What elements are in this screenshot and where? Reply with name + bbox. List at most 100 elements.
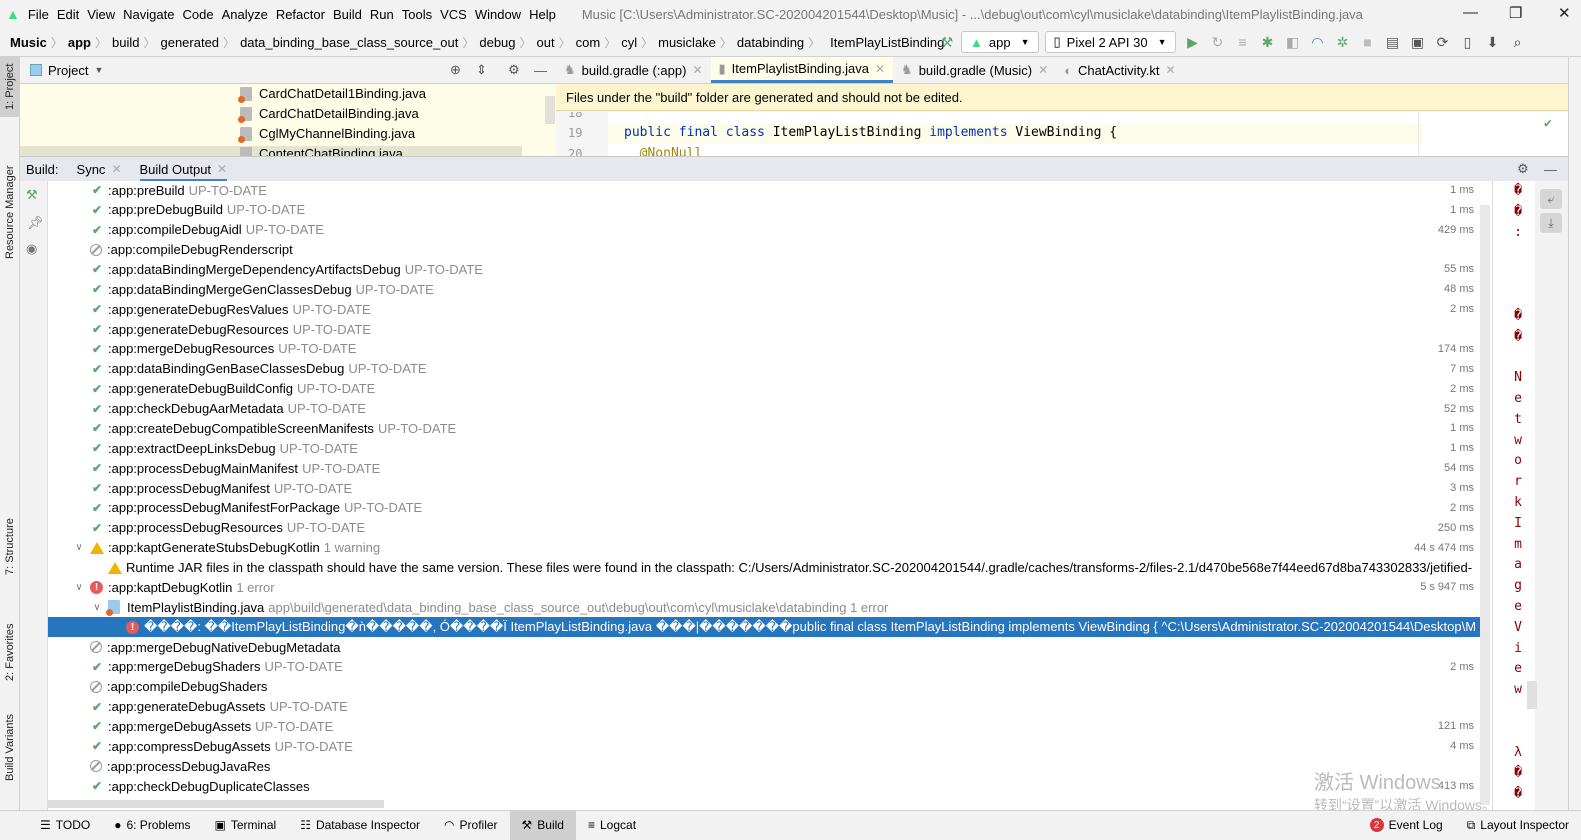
chevron-down-icon[interactable]: ∨ (90, 602, 104, 613)
menu-view[interactable]: View (87, 7, 115, 22)
debug-icon[interactable]: ✱ (1260, 34, 1276, 50)
apply-changes-icon[interactable]: ↻ (1210, 34, 1226, 50)
problems-button[interactable]: ● 6: Problems (102, 811, 202, 840)
close-button[interactable]: ✕ (1558, 4, 1571, 22)
editor-tab[interactable]: ▮ ItemPlaylistBinding.java ✕ (710, 57, 894, 83)
run-config-select[interactable]: ▲ app ▼ (961, 31, 1039, 53)
menu-navigate[interactable]: Navigate (123, 7, 174, 22)
build-tree-row[interactable]: ∨:app:kaptGenerateStubsDebugKotlin 1 warn… (48, 538, 1480, 558)
tree-horizontal-scrollbar[interactable] (48, 800, 384, 808)
build-tree-row[interactable]: ✔:app:mergeDebugShaders UP-TO-DATE 2 ms (48, 657, 1480, 677)
build-tree-row[interactable]: ✔:app:generateDebugBuildConfig UP-TO-DATE… (48, 379, 1480, 399)
build-tree-row[interactable]: ✔:app:dataBindingMergeDependencyArtifact… (48, 259, 1480, 279)
attach-debugger-icon[interactable]: ✲ (1335, 34, 1351, 50)
build-tree-row[interactable]: :app:compileDebugShaders (48, 677, 1480, 697)
build-tree-row[interactable]: ! ����: ��ItemPlayListBinding�ǹ�����, Ó��… (48, 617, 1480, 638)
menu-help[interactable]: Help (529, 7, 556, 22)
project-structure-icon[interactable]: ▤ (1385, 34, 1401, 50)
build-tree-row[interactable]: :app:mergeDebugNativeDebugMetadata (48, 637, 1480, 657)
menu-analyze[interactable]: Analyze (222, 7, 268, 22)
console-scrollbar[interactable] (1527, 681, 1537, 709)
menu-window[interactable]: Window (475, 7, 521, 22)
breadcrumb-item[interactable]: com (576, 35, 601, 50)
breadcrumb-item[interactable]: build (112, 35, 139, 50)
build-tree-row[interactable]: ✔:app:processDebugResources UP-TO-DATE 250… (48, 518, 1480, 538)
coverage-icon[interactable]: ◧ (1285, 34, 1301, 50)
breadcrumb-item[interactable]: cyl (621, 35, 637, 50)
gear-icon[interactable]: ⚙ (1517, 161, 1529, 177)
close-tab-icon[interactable]: ✕ (875, 62, 885, 76)
build-tree-row[interactable]: ✔:app:processDebugMainManifest UP-TO-DATE… (48, 458, 1480, 478)
project-scrollbar[interactable] (545, 96, 555, 124)
minimize-button[interactable]: — (1463, 4, 1478, 21)
close-tab-icon[interactable]: ✕ (1038, 63, 1048, 77)
build-tree-row[interactable]: ✔:app:generateDebugAssets UP-TO-DATE (48, 697, 1480, 717)
scroll-to-end-icon[interactable]: ⤓ (1540, 213, 1562, 233)
stop-icon[interactable]: ■ (1360, 34, 1376, 50)
hide-icon[interactable]: — (1544, 162, 1557, 177)
build-tree-row[interactable]: ✔:app:generateDebugResources UP-TO-DATE (48, 319, 1480, 339)
collapse-all-icon[interactable]: ⇕ (476, 62, 487, 78)
breadcrumb-item[interactable]: ItemPlayListBinding (830, 35, 944, 50)
device-manager-icon[interactable]: ▯ (1460, 34, 1476, 50)
gear-icon[interactable]: ⚙ (508, 62, 520, 78)
breadcrumb-item[interactable]: data_binding_base_class_source_out (240, 35, 458, 50)
locate-icon[interactable]: ⊕ (450, 62, 461, 78)
build-tree-row[interactable]: ∨ ItemPlaylistBinding.java app\build\gener… (48, 597, 1480, 617)
menu-file[interactable]: File (28, 7, 49, 22)
menu-build[interactable]: Build (333, 7, 362, 22)
breadcrumb-item[interactable]: Music (10, 35, 47, 50)
database-inspector-button[interactable]: ☷ Database Inspector (288, 811, 432, 840)
build-console-output[interactable]: � �: � � Ne t w o r k Im a g e Vi e w λ � � (1492, 181, 1535, 810)
tab-favorites[interactable]: 2: Favorites (0, 607, 20, 697)
menu-edit[interactable]: Edit (57, 7, 79, 22)
tab-project[interactable]: 1: Project (0, 57, 20, 117)
chevron-down-icon[interactable]: ∨ (72, 542, 86, 553)
project-view-select[interactable]: Project (48, 63, 88, 78)
tree-vertical-scrollbar[interactable] (1480, 205, 1490, 805)
build-tree-row[interactable]: ✔:app:dataBindingMergeGenClassesDebug UP-… (48, 279, 1480, 299)
build-tree-row[interactable]: ✔:app:mergeDebugResources UP-TO-DATE 174 m… (48, 339, 1480, 359)
apply-code-changes-icon[interactable]: ≡ (1235, 34, 1251, 50)
todo-button[interactable]: ☰ TODO (28, 811, 102, 840)
build-tree-row[interactable]: ✔:app:compileDebugAidl UP-TO-DATE 429 ms (48, 220, 1480, 240)
tab-resource-manager[interactable]: Resource Manager (0, 152, 20, 272)
build-tree-row[interactable]: ✔:app:generateDebugResValues UP-TO-DATE 2 … (48, 299, 1480, 319)
hide-icon[interactable]: — (534, 63, 547, 78)
menu-code[interactable]: Code (182, 7, 213, 22)
build-button[interactable]: ⚒ Build (509, 810, 576, 840)
breadcrumb-item[interactable]: debug (479, 35, 515, 50)
breadcrumb-item[interactable]: generated (160, 35, 219, 50)
code-editor[interactable]: 18 19 20 public final class ItemPlayList… (556, 112, 1568, 156)
breadcrumb-item[interactable]: app (68, 35, 91, 50)
build-tree-row[interactable]: ✔:app:dataBindingGenBaseClassesDebug UP-T… (48, 359, 1480, 379)
build-tree-row[interactable]: :app:compileDebugRenderscript (48, 240, 1480, 260)
build-tree-row[interactable]: ✔:app:processDebugManifest UP-TO-DATE 3 ms (48, 478, 1480, 498)
close-tab-icon[interactable]: ✕ (1165, 63, 1175, 77)
breadcrumb-item[interactable]: databinding (737, 35, 804, 50)
project-file[interactable]: ContentChatBinding.java (20, 146, 522, 156)
avd-manager-icon[interactable]: ▣ (1410, 34, 1426, 50)
run-icon[interactable]: ▶ (1185, 34, 1201, 50)
breadcrumb-item[interactable]: musiclake (658, 35, 716, 50)
menu-tools[interactable]: Tools (402, 7, 432, 22)
build-tree-row[interactable]: :app:processDebugJavaRes (48, 756, 1480, 776)
build-tree-row[interactable]: ✔:app:preBuild UP-TO-DATE 1 ms (48, 181, 1480, 200)
pin-icon[interactable]: 📌︎ (27, 215, 44, 231)
layout-inspector-button[interactable]: ⧉ Layout Inspector (1455, 811, 1581, 840)
editor-tab[interactable]: ◐ ChatActivity.kt ✕ (1056, 57, 1183, 83)
sync-gradle-icon[interactable]: ⟳ (1435, 34, 1451, 50)
menu-run[interactable]: Run (370, 7, 394, 22)
profiler-button[interactable]: ◠ Profiler (432, 811, 510, 840)
build-tree-row[interactable]: ✔:app:compressDebugAssets UP-TO-DATE 4 ms (48, 736, 1480, 756)
project-file[interactable]: CglMyChannelBinding.java (238, 126, 415, 143)
build-tree-row[interactable]: ✔:app:checkDebugDuplicateClasses 413 ms (48, 776, 1480, 796)
eye-icon[interactable]: ◉ (26, 241, 37, 257)
build-tree-row[interactable]: ✔:app:processDebugManifestForPackage UP-T… (48, 498, 1480, 518)
logcat-button[interactable]: ≡ Logcat (576, 811, 648, 840)
event-log-button[interactable]: 2 Event Log (1358, 811, 1455, 840)
device-select[interactable]: ▯ Pixel 2 API 30 ▼ (1044, 31, 1176, 53)
build-tree-row[interactable]: ✔:app:mergeDebugAssets UP-TO-DATE 121 ms (48, 716, 1480, 736)
profile-icon[interactable]: ◠ (1310, 34, 1326, 50)
restore-button[interactable]: ❐ (1509, 4, 1522, 22)
